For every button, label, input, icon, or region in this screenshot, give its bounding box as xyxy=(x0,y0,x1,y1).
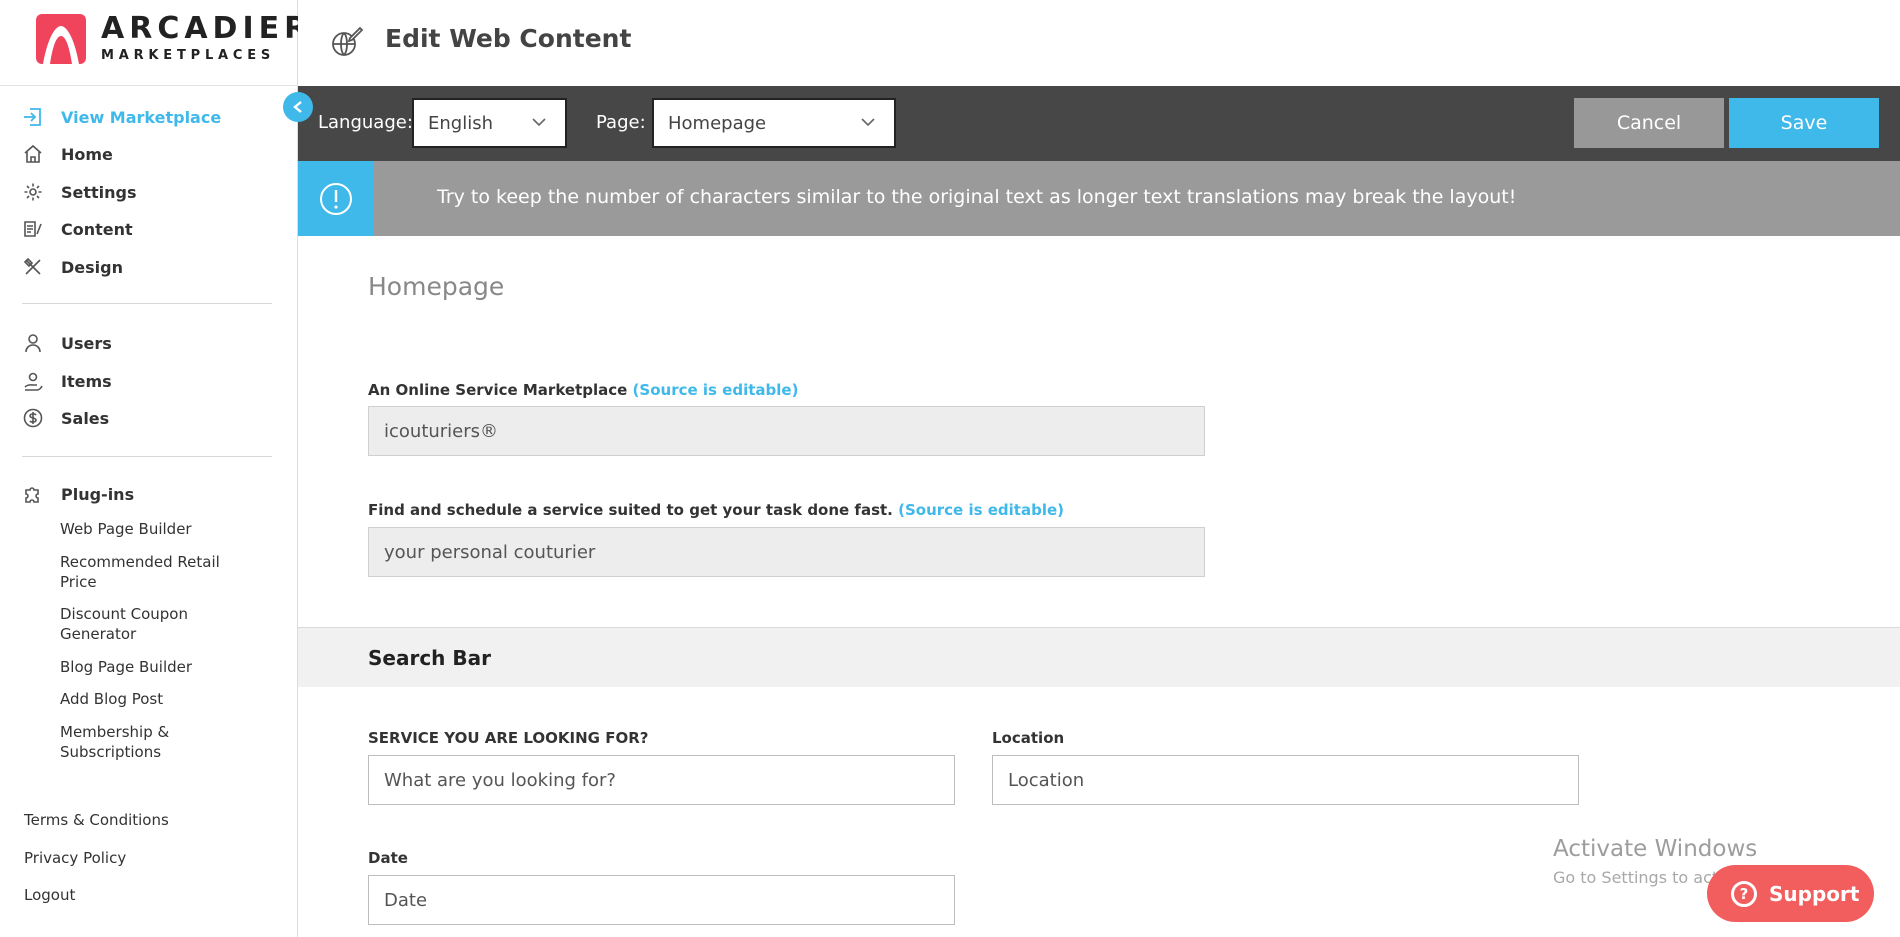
service-label: SERVICE YOU ARE LOOKING FOR? xyxy=(368,729,649,747)
content-icon xyxy=(22,218,44,240)
sidebar-subitem-recommended-retail-price[interactable]: Recommended Retail Price xyxy=(60,552,235,592)
sidebar-item-home[interactable]: Home xyxy=(22,143,113,165)
sidebar: ARCADIER MARKETPLACES View Marketplace H… xyxy=(0,0,307,937)
support-button[interactable]: ? Support xyxy=(1707,865,1874,922)
sidebar-item-plugins[interactable]: Plug-ins xyxy=(22,483,134,505)
sidebar-item-items[interactable]: Items xyxy=(22,370,112,392)
arcadier-logo-icon xyxy=(36,14,86,64)
sidebar-divider xyxy=(0,85,298,86)
home-icon xyxy=(22,143,44,165)
page-header: Edit Web Content xyxy=(298,0,1900,86)
chevron-down-icon xyxy=(861,118,875,127)
input-value: What are you looking for? xyxy=(384,769,616,791)
footer-link-terms[interactable]: Terms & Conditions xyxy=(24,811,169,829)
gear-icon xyxy=(22,181,44,203)
page-select-value: Homepage xyxy=(668,112,767,134)
language-select-value: English xyxy=(428,112,493,134)
user-icon xyxy=(22,332,44,354)
language-label: Language: xyxy=(318,112,413,133)
chevron-down-icon xyxy=(532,118,546,127)
input-value: Location xyxy=(1008,769,1085,791)
language-toolbar: Language: English Page: Homepage Cancel … xyxy=(298,86,1900,161)
sidebar-subitem-add-blog-post[interactable]: Add Blog Post xyxy=(60,689,235,709)
page-select[interactable]: Homepage xyxy=(652,98,896,148)
field-label-text: Find and schedule a service suited to ge… xyxy=(368,501,893,519)
notice-text: Try to keep the number of characters sim… xyxy=(437,186,1517,208)
edit-globe-icon xyxy=(328,24,364,60)
sidebar-item-label: Content xyxy=(61,219,133,239)
page-label: Page: xyxy=(596,112,646,133)
sidebar-item-label: Items xyxy=(61,371,112,391)
sidebar-subitem-discount-coupon-generator[interactable]: Discount Coupon Generator xyxy=(60,604,235,644)
design-tools-icon xyxy=(22,256,44,278)
brand-logo[interactable]: ARCADIER MARKETPLACES xyxy=(36,14,312,64)
sidebar-item-users[interactable]: Users xyxy=(22,332,112,354)
sidebar-item-label: Settings xyxy=(61,182,137,202)
chevron-left-icon xyxy=(293,101,302,113)
sidebar-collapse-button[interactable] xyxy=(283,92,313,122)
search-bar-section-header: Search Bar xyxy=(298,627,1900,687)
field-value: icouturiers® xyxy=(384,420,499,442)
field-label-marketplace-name: An Online Service Marketplace (Source is… xyxy=(368,381,798,399)
puzzle-icon xyxy=(22,483,44,505)
sidebar-item-label: View Marketplace xyxy=(61,107,222,127)
service-input[interactable]: What are you looking for? xyxy=(368,755,955,805)
sign-in-icon xyxy=(22,106,44,128)
sidebar-subitem-blog-page-builder[interactable]: Blog Page Builder xyxy=(60,657,235,677)
tagline-field[interactable]: your personal couturier xyxy=(368,527,1205,577)
page-title: Edit Web Content xyxy=(385,24,632,53)
field-label-tagline: Find and schedule a service suited to ge… xyxy=(368,501,1064,519)
sidebar-item-label: Users xyxy=(61,333,112,353)
language-select[interactable]: English xyxy=(412,98,567,148)
field-value: your personal couturier xyxy=(384,541,596,563)
items-icon xyxy=(22,370,44,392)
sidebar-item-label: Plug-ins xyxy=(61,484,135,504)
sidebar-item-label: Sales xyxy=(61,408,110,428)
source-editable-note[interactable]: (Source is editable) xyxy=(898,501,1064,519)
brand-tagline: MARKETPLACES xyxy=(101,48,276,63)
cancel-button[interactable]: Cancel xyxy=(1574,98,1724,148)
sidebar-item-label: Design xyxy=(61,257,123,277)
marketplace-name-field[interactable]: icouturiers® xyxy=(368,406,1205,456)
sidebar-subitem-membership-subscriptions[interactable]: Membership & Subscriptions xyxy=(60,722,200,762)
search-bar-title: Search Bar xyxy=(368,646,491,670)
sidebar-item-design[interactable]: Design xyxy=(22,256,123,278)
date-input[interactable]: Date xyxy=(368,875,955,925)
dollar-icon xyxy=(22,407,44,429)
sidebar-divider xyxy=(22,303,272,304)
location-label: Location xyxy=(992,729,1065,747)
location-input[interactable]: Location xyxy=(992,755,1579,805)
sidebar-item-content[interactable]: Content xyxy=(22,218,133,240)
question-icon: ? xyxy=(1731,880,1757,907)
sidebar-item-settings[interactable]: Settings xyxy=(22,181,137,203)
activate-windows-watermark: Activate Windows xyxy=(1553,836,1758,862)
input-value: Date xyxy=(384,889,428,911)
sidebar-divider xyxy=(22,456,272,457)
sidebar-subitem-web-page-builder[interactable]: Web Page Builder xyxy=(60,519,235,539)
warning-notice: Try to keep the number of characters sim… xyxy=(298,161,1900,236)
field-label-text: An Online Service Marketplace xyxy=(368,381,628,399)
brand-name: ARCADIER xyxy=(101,11,313,46)
save-button[interactable]: Save xyxy=(1729,98,1879,148)
footer-link-privacy[interactable]: Privacy Policy xyxy=(24,849,126,867)
sidebar-item-sales[interactable]: Sales xyxy=(22,407,109,429)
sidebar-item-label: Home xyxy=(61,144,113,164)
date-label: Date xyxy=(368,849,408,867)
exclamation-icon xyxy=(298,161,374,236)
support-label: Support xyxy=(1769,881,1860,906)
source-editable-note[interactable]: (Source is editable) xyxy=(633,381,799,399)
footer-link-logout[interactable]: Logout xyxy=(24,886,75,904)
section-title: Homepage xyxy=(368,272,505,301)
sidebar-item-view-marketplace[interactable]: View Marketplace xyxy=(22,106,221,128)
